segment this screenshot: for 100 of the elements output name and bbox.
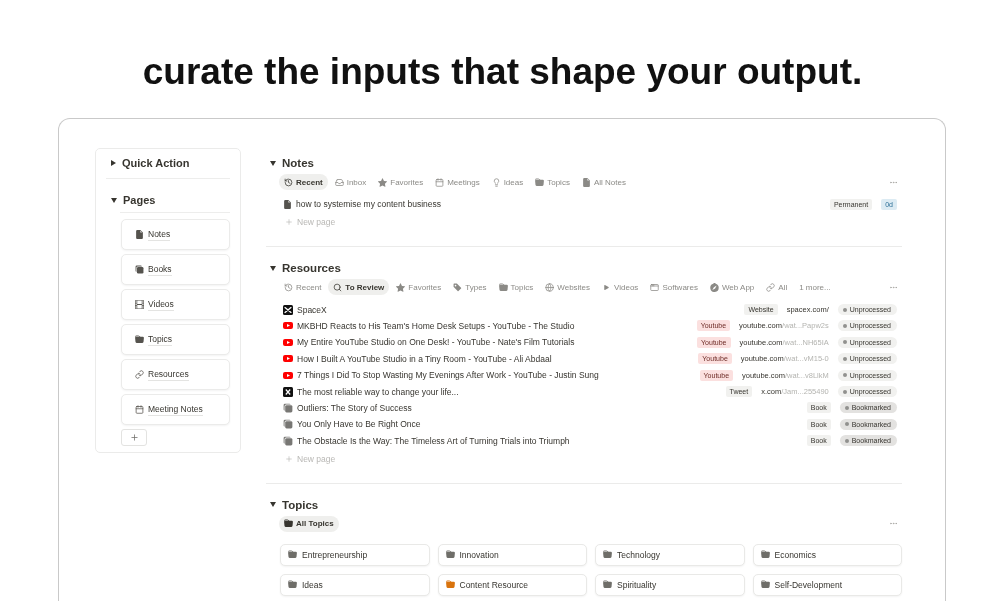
- plus-icon: [285, 218, 293, 227]
- view-tab[interactable]: Topics: [530, 174, 575, 190]
- star-icon: [378, 177, 388, 187]
- star-icon: [396, 282, 406, 292]
- topic-card[interactable]: Economics: [752, 543, 902, 566]
- page-title[interactable]: MKBHD Reacts to His Team's Home Desk Setups - YouTube - The Studio: [297, 320, 575, 331]
- headline: curate the inputs that shape your output.: [142, 52, 863, 92]
- view-tab[interactable]: All: [761, 279, 793, 296]
- status-dot-icon: [842, 389, 847, 394]
- page-title[interactable]: Outliers: The Story of Success: [297, 402, 412, 413]
- calendar-icon: [135, 405, 144, 414]
- caret-down-icon[interactable]: [270, 502, 276, 508]
- film-icon: [135, 300, 144, 309]
- page-link-card[interactable]: Notes: [121, 219, 230, 250]
- sidebar-section-title: Quick Action: [122, 157, 190, 169]
- stacked-pages-icon: [283, 435, 293, 446]
- view-tab[interactable]: All Notes: [576, 174, 631, 190]
- topic-card[interactable]: Self-Development: [752, 573, 902, 596]
- view-tab[interactable]: Favorites: [373, 174, 429, 190]
- caret-down-icon[interactable]: [270, 160, 276, 166]
- document-icon: [283, 199, 292, 209]
- topic-card[interactable]: Technology: [595, 543, 745, 566]
- view-tab[interactable]: Ideas: [486, 174, 529, 190]
- section-title: Topics: [282, 498, 319, 511]
- tag-icon: [453, 282, 463, 292]
- view-tab[interactable]: All Topics: [279, 515, 339, 532]
- folder-icon: [498, 282, 508, 292]
- stacked-pages-icon: [283, 419, 293, 430]
- view-tab[interactable]: Recent: [279, 174, 328, 190]
- status-dot-icon: [842, 323, 847, 328]
- status-dot-icon: [842, 340, 847, 345]
- view-tab[interactable]: Softwares: [645, 279, 703, 296]
- view-tab[interactable]: Inbox: [329, 174, 372, 190]
- page-title[interactable]: How I Built A YouTube Studio in a Tiny Room - YouTube - Ali Abdaal: [297, 353, 552, 364]
- page-title[interactable]: SpaceX: [297, 304, 327, 315]
- calendar-icon: [435, 177, 445, 187]
- topic-card[interactable]: Entrepreneurship: [280, 543, 430, 566]
- folder-icon: [535, 177, 545, 187]
- view-tab[interactable]: Web App: [704, 279, 760, 296]
- plus-icon: [129, 433, 139, 442]
- plus-icon: [285, 454, 293, 463]
- view-tab[interactable]: 1 more...: [794, 279, 836, 296]
- caret-down-icon[interactable]: [111, 197, 117, 203]
- folder-icon: [135, 335, 144, 344]
- play-button-icon: [283, 338, 293, 346]
- page-title[interactable]: The Obstacle Is the Way: The Timeless Art of Turning Trials into Triumph: [297, 435, 570, 446]
- status-dot-icon: [842, 356, 847, 361]
- history-icon: [284, 177, 293, 187]
- status-dot-icon: [844, 422, 849, 427]
- topic-card[interactable]: Spirituality: [595, 573, 745, 596]
- caret-down-icon[interactable]: [270, 265, 276, 271]
- topic-card[interactable]: Content Resource: [437, 573, 587, 596]
- sidebar-section-title: Pages: [123, 194, 156, 206]
- link-icon: [766, 282, 776, 292]
- play-button-icon: [283, 355, 293, 363]
- globe-icon: [545, 282, 555, 292]
- stacked-pages-icon: [283, 402, 293, 413]
- view-tab[interactable]: Types: [448, 279, 492, 296]
- inbox-icon: [334, 177, 344, 187]
- page-title[interactable]: how to systemise my content business: [296, 199, 442, 210]
- x-tile-icon: [283, 386, 293, 397]
- page-link-card[interactable]: Videos: [121, 289, 230, 320]
- caret-right-icon[interactable]: [111, 160, 116, 166]
- page-title[interactable]: The most reliable way to change your life...: [297, 386, 459, 397]
- play-button-icon: [283, 322, 293, 330]
- lightbulb-icon: [491, 177, 501, 187]
- crossed-tile-icon: [283, 304, 293, 315]
- section-title: Notes: [282, 157, 314, 169]
- status-dot-icon: [842, 307, 847, 312]
- page-link-card[interactable]: Topics: [121, 324, 230, 355]
- play-button-icon: [283, 371, 293, 379]
- app-window-icon: [650, 282, 660, 292]
- page-link-card[interactable]: Resources: [121, 359, 230, 390]
- document-icon: [581, 177, 591, 187]
- compass-icon: [709, 282, 719, 292]
- view-tab[interactable]: Videos: [597, 279, 644, 296]
- view-tab[interactable]: To Review: [328, 279, 390, 296]
- section-title: Resources: [282, 262, 341, 275]
- search-icon: [333, 282, 343, 292]
- stacked-pages-icon: [135, 265, 144, 274]
- view-tab[interactable]: Recent: [279, 279, 327, 296]
- page-title[interactable]: You Only Have to Be Right Once: [297, 419, 421, 430]
- status-dot-icon: [844, 405, 849, 410]
- status-dot-icon: [842, 373, 847, 378]
- link-icon: [135, 370, 144, 379]
- view-tab[interactable]: Meetings: [430, 174, 485, 190]
- view-tab[interactable]: Topics: [493, 279, 539, 296]
- topic-card[interactable]: Innovation: [437, 543, 587, 566]
- view-tab[interactable]: Websites: [540, 279, 596, 296]
- folder-icon: [284, 519, 293, 529]
- play-icon: [602, 282, 612, 292]
- page-link-card[interactable]: Books: [121, 254, 230, 285]
- status-dot-icon: [844, 438, 849, 443]
- topic-card[interactable]: Ideas: [280, 573, 430, 596]
- view-tab[interactable]: Favorites: [391, 279, 447, 296]
- page-title[interactable]: My Entire YouTube Studio on One Desk! - YouTube - Nate's Film Tutorials: [297, 337, 575, 348]
- page-title[interactable]: 7 Things I Did To Stop Wasting My Evenings After Work - YouTube - Justin Sung: [297, 370, 599, 381]
- document-icon: [135, 230, 144, 239]
- page-link-card[interactable]: Meeting Notes: [121, 394, 230, 425]
- history-icon: [284, 282, 293, 292]
